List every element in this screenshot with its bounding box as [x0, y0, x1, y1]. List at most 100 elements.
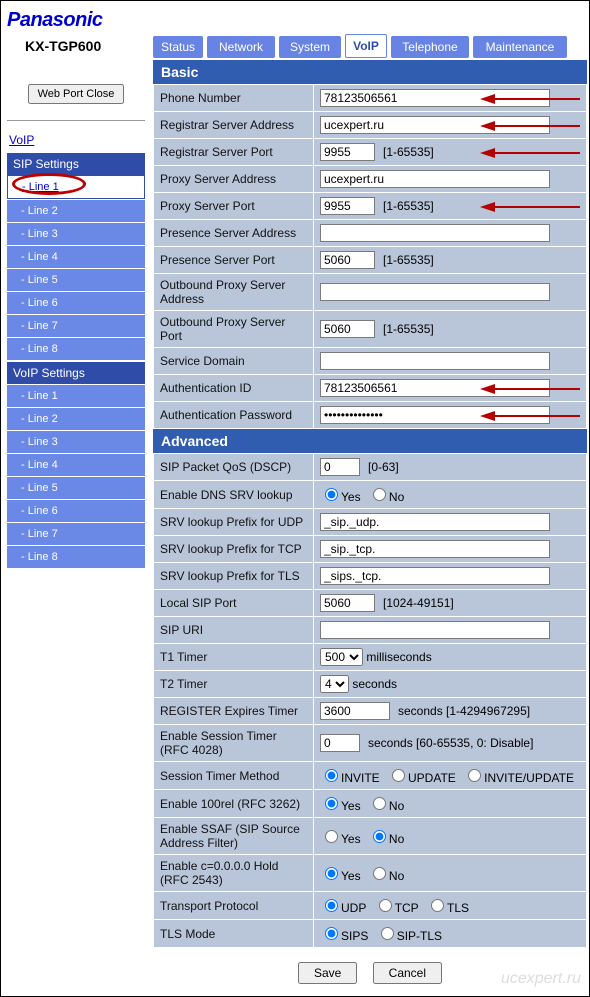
hold-no-radio[interactable] — [373, 867, 386, 880]
method-update-radio[interactable] — [392, 769, 405, 782]
sidebar-sip-line-2[interactable]: - Line 2 — [7, 199, 145, 222]
service-domain-label: Service Domain — [154, 348, 314, 375]
t1-timer-select[interactable]: 500 — [320, 648, 363, 666]
arrow-icon — [480, 202, 580, 212]
sidebar-voip-settings[interactable]: VoIP Settings — [7, 362, 145, 384]
register-expires-hint: seconds [1-4294967295] — [398, 704, 530, 718]
sidebar-voip-line-4[interactable]: - Line 4 — [7, 453, 145, 476]
t1-unit: milliseconds — [366, 650, 431, 664]
presence-port-input[interactable] — [320, 251, 375, 269]
tls-sips-radio[interactable] — [325, 927, 338, 940]
model-name: KX-TGP600 — [3, 34, 153, 60]
registrar-port-input[interactable] — [320, 143, 375, 161]
sidebar-sip-settings[interactable]: SIP Settings — [7, 153, 145, 175]
sidebar-sip-line-4[interactable]: - Line 4 — [7, 245, 145, 268]
proxy-address-label: Proxy Server Address — [154, 166, 314, 193]
sidebar: Web Port Close VoIP SIP Settings - Line … — [3, 60, 153, 994]
sidebar-voip-line-2[interactable]: - Line 2 — [7, 407, 145, 430]
session-timer-label: Enable Session Timer (RFC 4028) — [154, 725, 314, 762]
proxy-port-hint: [1-65535] — [383, 199, 434, 213]
session-timer-hint: seconds [60-65535, 0: Disable] — [368, 736, 533, 750]
watermark: ucexpert.ru — [501, 970, 581, 988]
presence-port-hint: [1-65535] — [383, 253, 434, 267]
outbound-address-input[interactable] — [320, 283, 550, 301]
session-timer-input[interactable] — [320, 734, 360, 752]
sidebar-title-voip[interactable]: VoIP — [7, 131, 145, 151]
proxy-port-input[interactable] — [320, 197, 375, 215]
outbound-port-hint: [1-65535] — [383, 322, 434, 336]
hold-label: Enable c=0.0.0.0 Hold (RFC 2543) — [154, 855, 314, 892]
phone-number-input[interactable] — [320, 89, 550, 107]
sidebar-sip-line-3[interactable]: - Line 3 — [7, 222, 145, 245]
tls-siptls-radio[interactable] — [381, 927, 394, 940]
proxy-address-input[interactable] — [320, 170, 550, 188]
tab-network[interactable]: Network — [207, 36, 275, 58]
srv-udp-label: SRV lookup Prefix for UDP — [154, 509, 314, 536]
srv-tls-input[interactable] — [320, 567, 550, 585]
sidebar-sip-line-1[interactable]: - Line 1 — [7, 175, 145, 199]
qos-hint: [0-63] — [368, 460, 399, 474]
sidebar-voip-line-1[interactable]: - Line 1 — [7, 384, 145, 407]
ssaf-no-radio[interactable] — [373, 830, 386, 843]
sidebar-sip-line-7[interactable]: - Line 7 — [7, 314, 145, 337]
hold-yes-radio[interactable] — [325, 867, 338, 880]
sidebar-voip-line-3[interactable]: - Line 3 — [7, 430, 145, 453]
transport-tcp-radio[interactable] — [379, 899, 392, 912]
sidebar-voip-line-5[interactable]: - Line 5 — [7, 476, 145, 499]
save-button[interactable]: Save — [298, 962, 357, 984]
presence-address-input[interactable] — [320, 224, 550, 242]
qos-input[interactable] — [320, 458, 360, 476]
100rel-label: Enable 100rel (RFC 3262) — [154, 790, 314, 818]
tab-system[interactable]: System — [279, 36, 341, 58]
sidebar-voip-line-6[interactable]: - Line 6 — [7, 499, 145, 522]
sip-uri-input[interactable] — [320, 621, 550, 639]
auth-id-input[interactable] — [320, 379, 550, 397]
auth-password-input[interactable] — [320, 406, 550, 424]
local-sip-port-hint: [1024-49151] — [383, 596, 454, 610]
outbound-port-label: Outbound Proxy Server Port — [154, 311, 314, 348]
phone-number-label: Phone Number — [154, 85, 314, 112]
sidebar-voip-line-7[interactable]: - Line 7 — [7, 522, 145, 545]
sidebar-sip-line-6[interactable]: - Line 6 — [7, 291, 145, 314]
dns-srv-yes-radio[interactable] — [325, 488, 338, 501]
t2-timer-select[interactable]: 4 — [320, 675, 349, 693]
service-domain-input[interactable] — [320, 352, 550, 370]
session-method-label: Session Timer Method — [154, 762, 314, 790]
sidebar-voip-line-8[interactable]: - Line 8 — [7, 545, 145, 568]
auth-id-label: Authentication ID — [154, 375, 314, 402]
outbound-port-input[interactable] — [320, 320, 375, 338]
transport-udp-radio[interactable] — [325, 899, 338, 912]
cancel-button[interactable]: Cancel — [373, 962, 442, 984]
sidebar-sip-line-8[interactable]: - Line 8 — [7, 337, 145, 360]
100rel-no-radio[interactable] — [373, 797, 386, 810]
qos-label: SIP Packet QoS (DSCP) — [154, 454, 314, 481]
brand-logo: Panasonic — [3, 3, 153, 34]
transport-tls-radio[interactable] — [431, 899, 444, 912]
100rel-yes-radio[interactable] — [325, 797, 338, 810]
register-expires-input[interactable] — [320, 702, 390, 720]
dns-srv-no-radio[interactable] — [373, 488, 386, 501]
tab-status[interactable]: Status — [153, 36, 203, 58]
method-invite-update-radio[interactable] — [468, 769, 481, 782]
section-advanced: Advanced — [153, 429, 587, 453]
sidebar-sip-line-5[interactable]: - Line 5 — [7, 268, 145, 291]
tls-mode-label: TLS Mode — [154, 920, 314, 948]
presence-port-label: Presence Server Port — [154, 247, 314, 274]
web-port-close-button[interactable]: Web Port Close — [28, 84, 125, 104]
tab-maintenance[interactable]: Maintenance — [473, 36, 567, 58]
t1-timer-label: T1 Timer — [154, 644, 314, 671]
ssaf-yes-radio[interactable] — [325, 830, 338, 843]
registrar-address-input[interactable] — [320, 116, 550, 134]
transport-label: Transport Protocol — [154, 892, 314, 920]
tab-telephone[interactable]: Telephone — [391, 36, 469, 58]
sip-uri-label: SIP URI — [154, 617, 314, 644]
tab-voip[interactable]: VoIP — [345, 34, 387, 58]
outbound-address-label: Outbound Proxy Server Address — [154, 274, 314, 311]
srv-udp-input[interactable] — [320, 513, 550, 531]
srv-tcp-input[interactable] — [320, 540, 550, 558]
dns-srv-label: Enable DNS SRV lookup — [154, 481, 314, 509]
local-sip-port-input[interactable] — [320, 594, 375, 612]
method-invite-radio[interactable] — [325, 769, 338, 782]
proxy-port-label: Proxy Server Port — [154, 193, 314, 220]
local-sip-port-label: Local SIP Port — [154, 590, 314, 617]
